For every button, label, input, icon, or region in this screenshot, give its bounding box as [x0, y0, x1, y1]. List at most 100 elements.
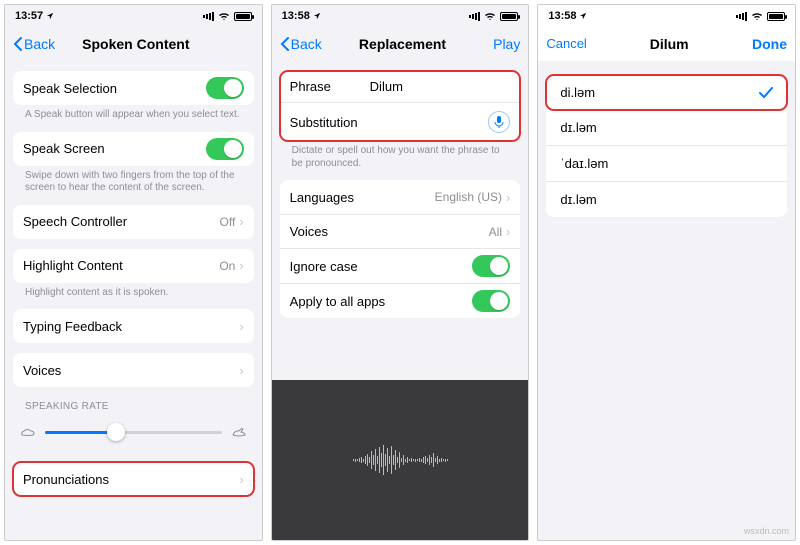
- watermark: wsxdn.com: [744, 526, 789, 536]
- wifi-icon: [484, 11, 496, 21]
- toggle-on[interactable]: [472, 290, 510, 312]
- row-apply-all[interactable]: Apply to all apps: [280, 283, 521, 318]
- value: All: [489, 225, 502, 239]
- phone-pronunciation-picker: 13:58 Cancel Dilum Done di.ləm dɪ.ləm: [537, 4, 796, 541]
- nav-bar: Back Spoken Content: [5, 27, 262, 61]
- nav-title: Dilum: [591, 36, 747, 52]
- back-button[interactable]: Back: [13, 36, 58, 52]
- signal-icon: [203, 12, 214, 21]
- label: Speech Controller: [23, 214, 220, 229]
- footer-highlight: Highlight content as it is spoken.: [13, 283, 254, 300]
- row-phrase[interactable]: Phrase Dilum: [280, 71, 521, 102]
- play-button[interactable]: Play: [480, 36, 520, 52]
- group-typing-feedback: Typing Feedback ›: [13, 309, 254, 343]
- label: Languages: [290, 190, 435, 205]
- toggle-on[interactable]: [472, 255, 510, 277]
- back-label: Back: [24, 36, 55, 52]
- waveform-icon: [353, 445, 448, 475]
- signal-icon: [469, 12, 480, 21]
- toggle-on[interactable]: [206, 77, 244, 99]
- options-content: di.ləm dɪ.ləm ˈdaɪ.ləm dɪ.ləm: [538, 61, 795, 540]
- back-button[interactable]: Back: [280, 36, 325, 52]
- wifi-icon: [751, 11, 763, 21]
- row-typing-feedback[interactable]: Typing Feedback ›: [13, 309, 254, 343]
- row-speech-controller[interactable]: Speech Controller Off ›: [13, 205, 254, 239]
- settings-content: Speak Selection A Speak button will appe…: [5, 61, 262, 540]
- status-bar: 13:58: [272, 5, 529, 27]
- row-pronunciations[interactable]: Pronunciations ›: [13, 462, 254, 496]
- group-speech-controller: Speech Controller Off ›: [13, 205, 254, 239]
- option-label: dɪ.ləm: [560, 192, 773, 207]
- label: Highlight Content: [23, 258, 219, 273]
- row-substitution[interactable]: Substitution: [280, 102, 521, 141]
- option-0[interactable]: di.ləm: [546, 75, 787, 110]
- group-pronunciations: Pronunciations ›: [13, 462, 254, 496]
- checkmark-icon: [759, 87, 773, 99]
- chevron-right-icon: ›: [239, 258, 243, 273]
- location-icon: [579, 12, 587, 20]
- turtle-icon: [19, 426, 37, 438]
- option-1[interactable]: dɪ.ləm: [546, 110, 787, 145]
- label: Voices: [290, 224, 489, 239]
- status-bar: 13:58: [538, 5, 795, 27]
- footer-speak-screen: Swipe down with two fingers from the top…: [13, 166, 254, 195]
- phone-spoken-content: 13:57 Back Spoken Content Speak Selectio…: [4, 4, 263, 541]
- substitution-label: Substitution: [290, 115, 370, 130]
- dictate-button[interactable]: [488, 111, 510, 133]
- chevron-right-icon: ›: [506, 190, 510, 205]
- group-selected-option: di.ləm: [546, 75, 787, 110]
- chevron-right-icon: ›: [239, 319, 243, 334]
- chevron-right-icon: ›: [239, 363, 243, 378]
- group-speak-selection: Speak Selection: [13, 71, 254, 105]
- value: English (US): [435, 190, 502, 204]
- group-speak-screen: Speak Screen: [13, 132, 254, 166]
- nav-bar: Back Replacement Play: [272, 27, 529, 61]
- wifi-icon: [218, 11, 230, 21]
- header-speaking-rate: SPEAKING RATE: [13, 387, 254, 414]
- option-3[interactable]: dɪ.ləm: [546, 181, 787, 217]
- speaking-rate-slider[interactable]: [45, 422, 222, 442]
- back-label: Back: [291, 36, 322, 52]
- battery-icon: [767, 12, 785, 21]
- footer-speak-selection: A Speak button will appear when you sele…: [13, 105, 254, 122]
- battery-icon: [500, 12, 518, 21]
- option-label: dɪ.ləm: [560, 120, 773, 135]
- label: Voices: [23, 363, 239, 378]
- group-phrase-substitution: Phrase Dilum Substitution: [280, 71, 521, 141]
- value: Off: [220, 215, 236, 229]
- option-2[interactable]: ˈdaɪ.ləm: [546, 145, 787, 181]
- chevron-right-icon: ›: [239, 472, 243, 487]
- done-button[interactable]: Done: [747, 36, 787, 52]
- option-label: ˈdaɪ.ləm: [560, 156, 773, 171]
- row-speak-selection[interactable]: Speak Selection: [13, 71, 254, 105]
- toggle-on[interactable]: [206, 138, 244, 160]
- chevron-right-icon: ›: [239, 214, 243, 229]
- row-speak-screen[interactable]: Speak Screen: [13, 132, 254, 166]
- chevron-right-icon: ›: [506, 224, 510, 239]
- label: Speak Selection: [23, 81, 206, 96]
- group-voices: Voices ›: [13, 353, 254, 387]
- waveform-area: [272, 380, 529, 540]
- status-bar: 13:57: [5, 5, 262, 27]
- status-time: 13:57: [15, 10, 43, 22]
- row-voices[interactable]: Voices All ›: [280, 214, 521, 248]
- value: On: [219, 259, 235, 273]
- nav-title: Replacement: [325, 36, 481, 52]
- label: Pronunciations: [23, 472, 239, 487]
- row-highlight-content[interactable]: Highlight Content On ›: [13, 249, 254, 283]
- location-icon: [313, 12, 321, 20]
- status-time: 13:58: [548, 10, 576, 22]
- row-languages[interactable]: Languages English (US) ›: [280, 180, 521, 214]
- signal-icon: [736, 12, 747, 21]
- label: Ignore case: [290, 259, 473, 274]
- label: Apply to all apps: [290, 294, 473, 309]
- cancel-button[interactable]: Cancel: [546, 36, 591, 51]
- row-ignore-case[interactable]: Ignore case: [280, 248, 521, 283]
- battery-icon: [234, 12, 252, 21]
- nav-title: Spoken Content: [58, 36, 214, 52]
- label: Typing Feedback: [23, 319, 239, 334]
- row-voices[interactable]: Voices ›: [13, 353, 254, 387]
- replacement-content: Phrase Dilum Substitution Dictate or spe…: [272, 61, 529, 320]
- rabbit-icon: [230, 426, 248, 438]
- phrase-value[interactable]: Dilum: [370, 79, 511, 94]
